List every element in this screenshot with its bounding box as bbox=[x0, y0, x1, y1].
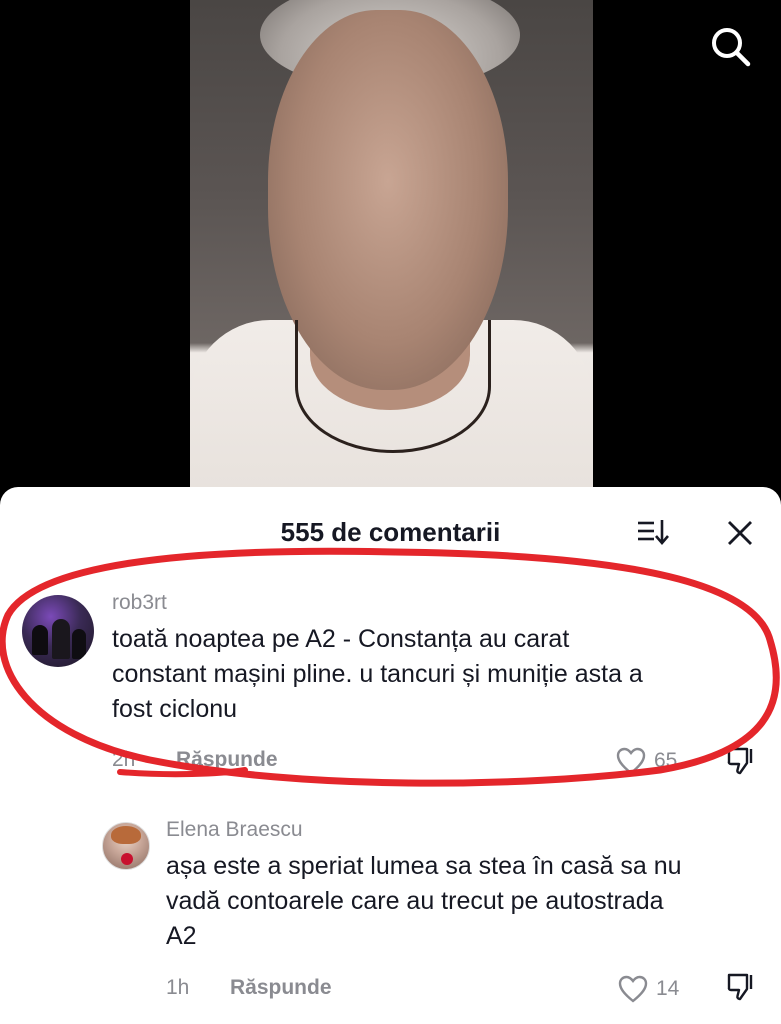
dislike-icon[interactable] bbox=[725, 745, 757, 777]
avatar[interactable] bbox=[102, 822, 150, 870]
heart-icon[interactable] bbox=[616, 747, 646, 775]
reply-button[interactable]: Răspunde bbox=[176, 748, 278, 772]
comment-time: 2h bbox=[112, 748, 136, 771]
heart-icon[interactable] bbox=[618, 975, 648, 1003]
comments-sheet: 555 de comentarii rob3rt toată noaptea p… bbox=[0, 487, 781, 1024]
avatar[interactable] bbox=[22, 595, 94, 667]
search-icon[interactable] bbox=[708, 24, 754, 70]
close-icon[interactable] bbox=[726, 519, 754, 547]
like-count: 14 bbox=[656, 977, 680, 1000]
like-count: 65 bbox=[654, 749, 678, 772]
comment-time: 1h bbox=[166, 976, 190, 999]
comment-username[interactable]: Elena Braescu bbox=[166, 818, 303, 842]
reply-button[interactable]: Răspunde bbox=[230, 976, 332, 1000]
comment-username[interactable]: rob3rt bbox=[112, 591, 167, 615]
necklace bbox=[295, 320, 491, 453]
video-area[interactable] bbox=[0, 0, 781, 500]
sort-icon[interactable] bbox=[636, 517, 670, 547]
video-frame bbox=[190, 0, 593, 490]
comment-text: așa este a speriat lumea sa stea în casă… bbox=[166, 852, 682, 950]
comment-text: toată noaptea pe A2 - Constanța au carat… bbox=[112, 625, 643, 723]
dislike-icon[interactable] bbox=[725, 971, 757, 1003]
